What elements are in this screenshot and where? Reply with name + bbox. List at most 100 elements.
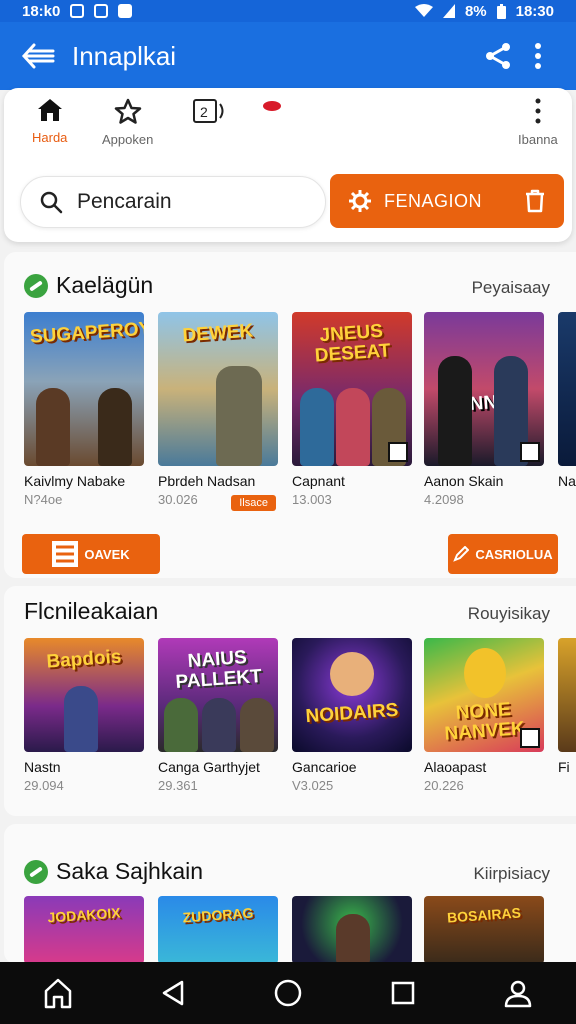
game-thumbnail: SUGAPEROY [24, 312, 144, 466]
status-bar: 18:k0 8% 18:30 [0, 0, 576, 22]
section-popular: Flcnileakaian Rouyisikay Bapdois Nastn 2… [4, 586, 576, 816]
character-face [330, 652, 374, 696]
primary-action-button[interactable]: FENAGION [330, 174, 564, 228]
overflow-menu-button[interactable] [518, 36, 558, 76]
star-icon [114, 98, 141, 124]
nav-recents-button[interactable] [379, 969, 427, 1017]
share-button[interactable] [478, 36, 518, 76]
game-card[interactable]: Fi [558, 638, 576, 775]
tab-library[interactable]: 2 [192, 98, 226, 124]
character-figure [240, 698, 274, 752]
home-icon [44, 978, 71, 1009]
character-figure [36, 388, 70, 466]
battery-icon [496, 3, 506, 19]
game-thumbnail: NUNNOR [424, 312, 544, 466]
nav-profile-button[interactable] [494, 969, 542, 1017]
library-icon: 2 [193, 99, 224, 123]
game-card[interactable]: SUGAPEROY Kaivlmy Nabake N?4oe [24, 312, 146, 507]
game-thumbnail: NONE NANVEK [424, 638, 544, 752]
section-see-all-link[interactable]: Rouyisikay [468, 604, 550, 624]
svg-text:2: 2 [200, 104, 208, 120]
game-card[interactable]: NOIDAIRS Gancarioe V3.025 [292, 638, 414, 793]
home-circle-icon [274, 979, 302, 1007]
section-title: Saka Sajhkain [56, 858, 204, 884]
search-icon [40, 191, 63, 214]
game-art-title: NOIDAIRS [304, 699, 400, 728]
game-title: Capnant [292, 473, 345, 489]
game-title: Aanon Skain [424, 473, 504, 489]
nav-back-button[interactable] [149, 969, 197, 1017]
game-thumbnail: ZUDORAG [158, 896, 278, 964]
section-header: Saka Sajhkain [24, 858, 203, 885]
tab-apps[interactable]: Appoken [102, 98, 153, 147]
primary-action-label: FENAGION [384, 190, 483, 211]
app-notification-icon [118, 4, 133, 18]
tab-home[interactable]: Harda [32, 98, 67, 145]
character-figure [216, 366, 262, 466]
game-card[interactable]: DEWEK Pbrdeh Nadsan 30.026 Ilsace [158, 312, 280, 511]
record-icon [263, 101, 281, 111]
game-row: Bapdois Nastn 29.094 NAIUS PALLEKT Canga… [4, 638, 576, 838]
profile-icon [505, 980, 532, 1008]
wifi-icon [414, 4, 433, 17]
game-card[interactable]: NAIUS PALLEKT Canga Garthyjet 29.361 [158, 638, 280, 793]
game-art-title: Bapdois [45, 646, 123, 673]
game-title: Alaoapast [424, 759, 487, 775]
list-icon [52, 541, 79, 567]
section-right-button-label: CASRIOLUA [475, 546, 553, 562]
game-card[interactable] [292, 896, 414, 964]
tab-more[interactable]: Ibanna [518, 98, 558, 147]
game-badge: Ilsace [231, 495, 276, 511]
game-art-title: NAIUS PALLEKT [174, 646, 263, 693]
section-right-button[interactable]: CASRIOLUA [448, 534, 558, 574]
game-art-title: JNEUS DESEAT [314, 320, 392, 367]
game-title: Na [558, 473, 576, 489]
game-card[interactable]: Na [558, 312, 576, 489]
game-title: Gancarioe [292, 759, 357, 775]
game-card[interactable]: JNEUS DESEAT Capnant 13.003 [292, 312, 414, 507]
game-card[interactable]: BOSAIRAS [424, 896, 546, 964]
game-art-title: DEWEK [181, 320, 254, 347]
section-featured: Kaelägün Peyaisaay SUGAPEROY Kaivlmy Nab… [4, 252, 576, 578]
game-card[interactable]: Bapdois Nastn 29.094 [24, 638, 146, 793]
game-card[interactable]: ZUDORAG [158, 896, 280, 964]
character-figure [438, 356, 472, 466]
section-header: Kaelägün [24, 272, 153, 299]
tab-apps-label: Appoken [102, 132, 154, 147]
search-input[interactable]: Pencarain [77, 190, 172, 214]
nav-home-button[interactable] [34, 969, 82, 1017]
tab-record[interactable] [262, 98, 282, 112]
game-card[interactable]: JODAKOIX [24, 896, 146, 964]
game-thumbnail [292, 896, 412, 964]
app-bar: Innaplkai [0, 22, 576, 90]
game-title: Nastn [24, 759, 61, 775]
game-subtitle: V3.025 [292, 778, 334, 793]
game-art-title: SUGAPEROY [29, 318, 144, 348]
section-left-button-label: OAVEK [84, 546, 130, 562]
game-thumbnail: JNEUS DESEAT [292, 312, 412, 466]
game-subtitle: 4.2098 [424, 492, 464, 507]
game-art-title: ZUDORAG [182, 904, 254, 926]
game-card[interactable]: NONE NANVEK Alaoapast 20.226 [424, 638, 546, 793]
section-see-all-link[interactable]: Kiirpisiacy [473, 864, 550, 884]
arrow-left-icon [21, 43, 55, 69]
nav-center-button[interactable] [264, 969, 312, 1017]
game-row: SUGAPEROY Kaivlmy Nabake N?4oe DEWEK Pbr… [4, 312, 576, 512]
game-art-title: BOSAIRAS [446, 904, 522, 926]
game-title: Kaivlmy Nabake [24, 473, 126, 489]
game-thumbnail: BOSAIRAS [424, 896, 544, 964]
search-bar[interactable]: Pencarain [20, 176, 326, 228]
game-card[interactable]: NUNNOR Aanon Skain 4.2098 [424, 312, 546, 507]
character-figure [202, 698, 236, 752]
status-time-left: 18:k0 [22, 2, 61, 20]
character-figure [336, 914, 370, 964]
section-title: Flcnileakaian [24, 598, 159, 624]
game-subtitle: 29.094 [24, 778, 64, 793]
leaf-icon [24, 859, 48, 884]
game-thumbnail: NOIDAIRS [292, 638, 412, 752]
game-thumbnail: Bapdois [24, 638, 144, 752]
section-see-all-link[interactable]: Peyaisaay [472, 278, 550, 298]
section-left-button[interactable]: OAVEK [22, 534, 160, 574]
section-recommended: Saka Sajhkain Kiirpisiacy JODAKOIX ZUDOR… [4, 824, 576, 964]
back-button[interactable] [18, 36, 58, 76]
